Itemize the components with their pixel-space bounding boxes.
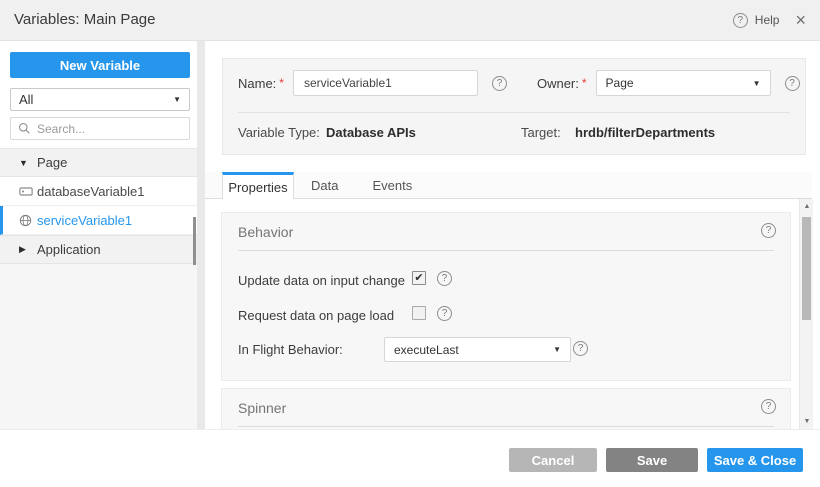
- request-on-page-load-label: Request data on page load: [238, 308, 394, 323]
- in-flight-behavior-help-icon[interactable]: ?: [573, 341, 588, 356]
- section-divider: [238, 250, 774, 251]
- panel-divider: [238, 112, 790, 113]
- target-value: hrdb/filterDepartments: [575, 125, 715, 140]
- name-input[interactable]: [293, 70, 478, 96]
- properties-scroll-area: Behavior ? Update data on input change ✔…: [205, 199, 799, 429]
- chevron-down-icon: ▼: [753, 79, 761, 88]
- help-link[interactable]: Help: [755, 13, 780, 27]
- chevron-down-icon: ▼: [553, 345, 561, 354]
- variable-filter-value: All: [19, 92, 33, 107]
- caret-down-icon[interactable]: ▼: [19, 158, 31, 168]
- request-on-page-load-checkbox[interactable]: [412, 306, 426, 320]
- in-flight-behavior-value: executeLast: [394, 343, 459, 357]
- owner-label: Owner:: [537, 76, 579, 91]
- close-icon[interactable]: ×: [795, 12, 806, 28]
- tree-item-label: serviceVariable1: [37, 213, 132, 228]
- dialog-header: Variables: Main Page ? Help ×: [0, 0, 820, 41]
- service-variable-icon: [19, 214, 33, 227]
- required-asterisk: *: [582, 76, 587, 90]
- tree-item-service-variable[interactable]: serviceVariable1: [0, 206, 197, 235]
- owner-select[interactable]: Page ▼: [596, 70, 771, 96]
- cancel-button[interactable]: Cancel: [509, 448, 597, 472]
- owner-select-value: Page: [606, 76, 634, 90]
- dialog-footer: Cancel Save Save & Close: [0, 429, 820, 487]
- spinner-section-title: Spinner: [238, 400, 286, 416]
- required-asterisk: *: [279, 76, 284, 90]
- search-box: [10, 117, 190, 140]
- search-icon: [18, 122, 31, 135]
- in-flight-behavior-select[interactable]: executeLast ▼: [384, 337, 571, 362]
- scroll-down-icon[interactable]: ▼: [800, 418, 814, 425]
- tree-item-database-variable[interactable]: databaseVariable1: [0, 177, 197, 206]
- variables-dialog: Variables: Main Page ? Help × New Variab…: [0, 0, 820, 487]
- behavior-section-title: Behavior: [238, 224, 293, 240]
- owner-help-icon[interactable]: ?: [785, 76, 800, 91]
- tree-group-label: Application: [37, 242, 101, 257]
- new-variable-button[interactable]: New Variable: [10, 52, 190, 78]
- database-variable-icon: [19, 185, 33, 198]
- request-on-page-load-help-icon[interactable]: ?: [437, 306, 452, 321]
- chevron-down-icon: ▼: [173, 95, 181, 104]
- behavior-section: Behavior ? Update data on input change ✔…: [221, 212, 791, 381]
- spinner-section: Spinner ?: [221, 388, 791, 429]
- behavior-help-icon[interactable]: ?: [761, 223, 776, 238]
- save-and-close-button[interactable]: Save & Close: [707, 448, 803, 472]
- sidebar-empty-area: [0, 263, 197, 429]
- variables-sidebar: New Variable All ▼ ▼ Page databaseVariab…: [0, 41, 197, 429]
- tree-group-page[interactable]: ▼ Page: [0, 148, 197, 177]
- tab-data[interactable]: Data: [294, 172, 355, 198]
- variable-detail-pane: Name: * ? Owner: * Page ▼ ? Variable Typ…: [205, 41, 820, 429]
- section-divider: [238, 426, 774, 427]
- variable-type-label: Variable Type:: [238, 125, 320, 140]
- variable-summary-panel: Name: * ? Owner: * Page ▼ ? Variable Typ…: [222, 58, 806, 155]
- tree-group-label: Page: [37, 155, 67, 170]
- update-on-input-change-label: Update data on input change: [238, 273, 405, 288]
- caret-right-icon[interactable]: ▶: [19, 244, 31, 255]
- tab-properties[interactable]: Properties: [222, 172, 294, 199]
- in-flight-behavior-label: In Flight Behavior:: [238, 342, 343, 357]
- tree-item-label: databaseVariable1: [37, 184, 144, 199]
- spinner-help-icon[interactable]: ?: [761, 399, 776, 414]
- page-title: Variables: Main Page: [14, 11, 155, 28]
- update-on-input-change-help-icon[interactable]: ?: [437, 271, 452, 286]
- variable-filter-select[interactable]: All ▼: [10, 88, 190, 111]
- name-help-icon[interactable]: ?: [492, 76, 507, 91]
- scroll-up-icon[interactable]: ▲: [800, 203, 814, 210]
- tab-events[interactable]: Events: [355, 172, 429, 198]
- save-button[interactable]: Save: [606, 448, 698, 472]
- update-on-input-change-checkbox[interactable]: ✔: [412, 271, 426, 285]
- scrollbar-thumb[interactable]: [802, 217, 811, 320]
- tree-group-application[interactable]: ▶ Application: [0, 235, 197, 264]
- properties-scrollbar[interactable]: ▲ ▼: [799, 199, 813, 429]
- search-input[interactable]: [37, 122, 177, 136]
- help-icon[interactable]: ?: [733, 13, 748, 28]
- variable-type-value: Database APIs: [326, 125, 416, 140]
- sidebar-scrollbar-thumb[interactable]: [193, 217, 196, 265]
- target-label: Target:: [521, 125, 561, 140]
- detail-tabs: Properties Data Events: [205, 172, 812, 199]
- name-label: Name:: [238, 76, 276, 91]
- sidebar-divider: [197, 41, 205, 429]
